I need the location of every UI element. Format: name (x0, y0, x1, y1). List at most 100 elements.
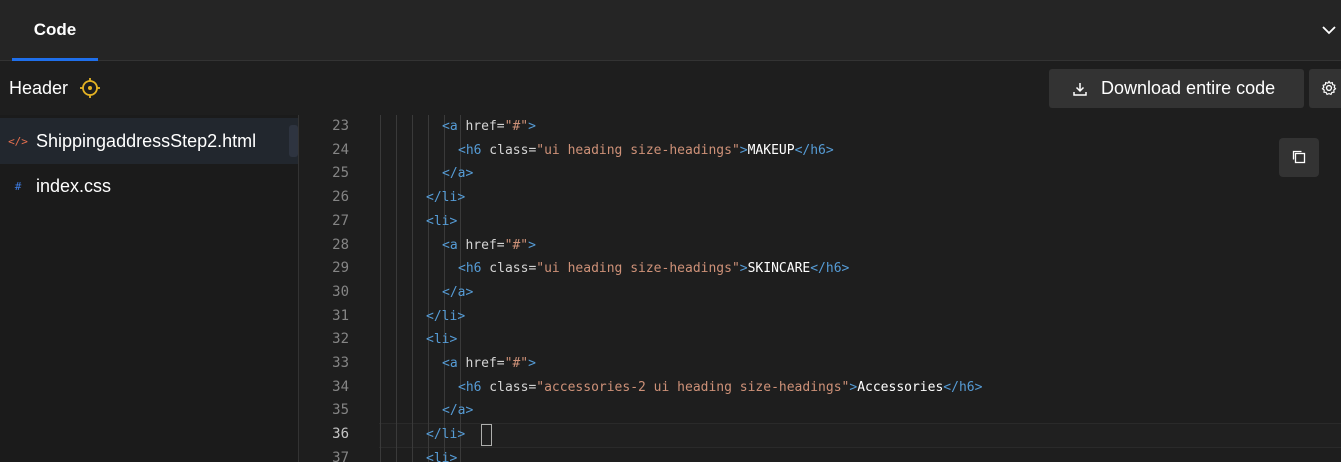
css-file-icon: # (14, 179, 22, 193)
code-line: <a href="#"> (442, 234, 536, 258)
code-line: <li> (426, 210, 457, 234)
code-line: <h6 class="ui heading size-headings">SKI… (458, 257, 849, 281)
line-number-gutter: 23 24 25 26 27 28 29 30 31 32 33 34 35 36 37 (299, 115, 349, 462)
code-line: </a> (442, 399, 473, 423)
code-line: <h6 class="accessories-2 ui heading size… (458, 376, 982, 400)
code-token: </ (426, 308, 442, 324)
code-token: href= (457, 119, 505, 134)
code-token: li (433, 213, 450, 229)
code-token: > (739, 142, 748, 158)
code-token: a (449, 237, 458, 253)
code-token: < (426, 332, 434, 348)
code-token: </ (943, 379, 959, 395)
copy-icon (1292, 150, 1306, 164)
line-number: 23 (332, 118, 349, 134)
code-area[interactable]: <a href="#"> <h6 class="ui heading size-h… (379, 115, 1341, 462)
code-token: class= (481, 261, 537, 277)
code-token: > (457, 308, 466, 324)
top-bar: Code (0, 0, 1341, 61)
code-token: href= (457, 356, 505, 371)
code-token: Accessories (857, 379, 944, 395)
code-token: > (841, 261, 850, 277)
code-token: < (442, 356, 450, 371)
code-token: </ (442, 284, 458, 300)
code-token: </ (442, 166, 458, 182)
file-name: ShippingaddressStep2.html (36, 130, 257, 151)
code-token: a (449, 119, 458, 134)
sidebar-scroll-handle[interactable] (289, 125, 298, 157)
code-token: li (433, 450, 450, 462)
code-token: "ui heading size-headings" (536, 142, 740, 158)
file-item-shippingaddressstep2-html[interactable]: </> ShippingaddressStep2.html (0, 118, 298, 164)
code-token: > (739, 261, 748, 277)
code-token: li (441, 427, 458, 443)
line-number: 37 (332, 449, 349, 462)
code-line: </li> (426, 423, 465, 447)
code-line: <li> (426, 328, 457, 352)
code-token: < (426, 450, 434, 462)
line-number: 33 (332, 355, 349, 371)
code-token: "#" (504, 237, 529, 253)
code-token: "accessories-2 ui heading size-headings" (536, 379, 850, 395)
line-number: 31 (332, 307, 349, 324)
code-line: </li> (426, 186, 465, 210)
locate-target-icon[interactable] (79, 77, 101, 99)
line-number: 28 (332, 236, 349, 253)
line-number: 36 (332, 426, 349, 443)
line-number: 24 (332, 141, 349, 158)
settings-button[interactable] (1309, 69, 1341, 108)
code-token: > (528, 356, 536, 371)
code-token: MAKEUP (747, 142, 795, 158)
download-entire-code-button[interactable]: Download entire code (1049, 69, 1304, 108)
html-file-icon: </> (8, 134, 28, 148)
file-explorer: </> ShippingaddressStep2.html # index.cs… (0, 115, 299, 462)
tab-code[interactable]: Code (12, 0, 98, 60)
code-token: > (849, 379, 858, 395)
code-token: > (974, 379, 983, 395)
code-token: li (441, 190, 458, 206)
indent-guide (380, 115, 381, 462)
code-token: SKINCARE (747, 261, 811, 277)
code-token: a (449, 356, 458, 371)
file-name: index.css (36, 175, 112, 196)
code-token: < (458, 142, 466, 158)
code-token: "#" (504, 356, 529, 371)
code-line: </a> (442, 162, 473, 186)
download-button-label: Download entire code (1101, 78, 1276, 98)
component-name: Header (9, 78, 69, 98)
code-line: <a href="#"> (442, 352, 536, 376)
code-line: </li> (426, 305, 465, 329)
line-number: 30 (332, 283, 349, 300)
code-line: <h6 class="ui heading size-headings">MAK… (458, 139, 834, 163)
copy-code-button[interactable] (1279, 138, 1319, 177)
code-line: <a href="#"> (442, 115, 536, 139)
component-header-bar: Header Download entire code (0, 61, 1341, 115)
code-token: > (465, 284, 474, 300)
line-number: 26 (332, 189, 349, 206)
code-token: h6 (465, 142, 482, 158)
code-token: > (449, 332, 458, 348)
code-token: > (457, 190, 466, 206)
line-number: 29 (332, 260, 349, 277)
code-token: li (441, 308, 458, 324)
code-token: </ (426, 190, 442, 206)
code-token: h6 (465, 379, 482, 395)
code-token: h6 (465, 261, 482, 277)
line-number: 35 (332, 402, 349, 419)
code-token: > (825, 142, 834, 158)
code-token: class= (481, 142, 537, 158)
code-token: </ (442, 403, 458, 419)
code-token: < (442, 119, 450, 134)
tab-code-label: Code (33, 20, 77, 39)
code-token: > (449, 213, 458, 229)
chevron-down-icon[interactable] (1319, 20, 1339, 40)
code-editor[interactable]: 23 24 25 26 27 28 29 30 31 32 33 34 35 36 37 <a href="… (299, 115, 1341, 462)
code-token: > (465, 403, 474, 419)
file-item-index-css[interactable]: # index.css (0, 163, 298, 209)
code-line: <li> (426, 447, 457, 462)
code-token: "ui heading size-headings" (536, 261, 740, 277)
code-token: li (433, 332, 450, 348)
line-number: 34 (332, 378, 349, 395)
indent-guide (412, 115, 413, 462)
code-token: h6 (958, 379, 975, 395)
